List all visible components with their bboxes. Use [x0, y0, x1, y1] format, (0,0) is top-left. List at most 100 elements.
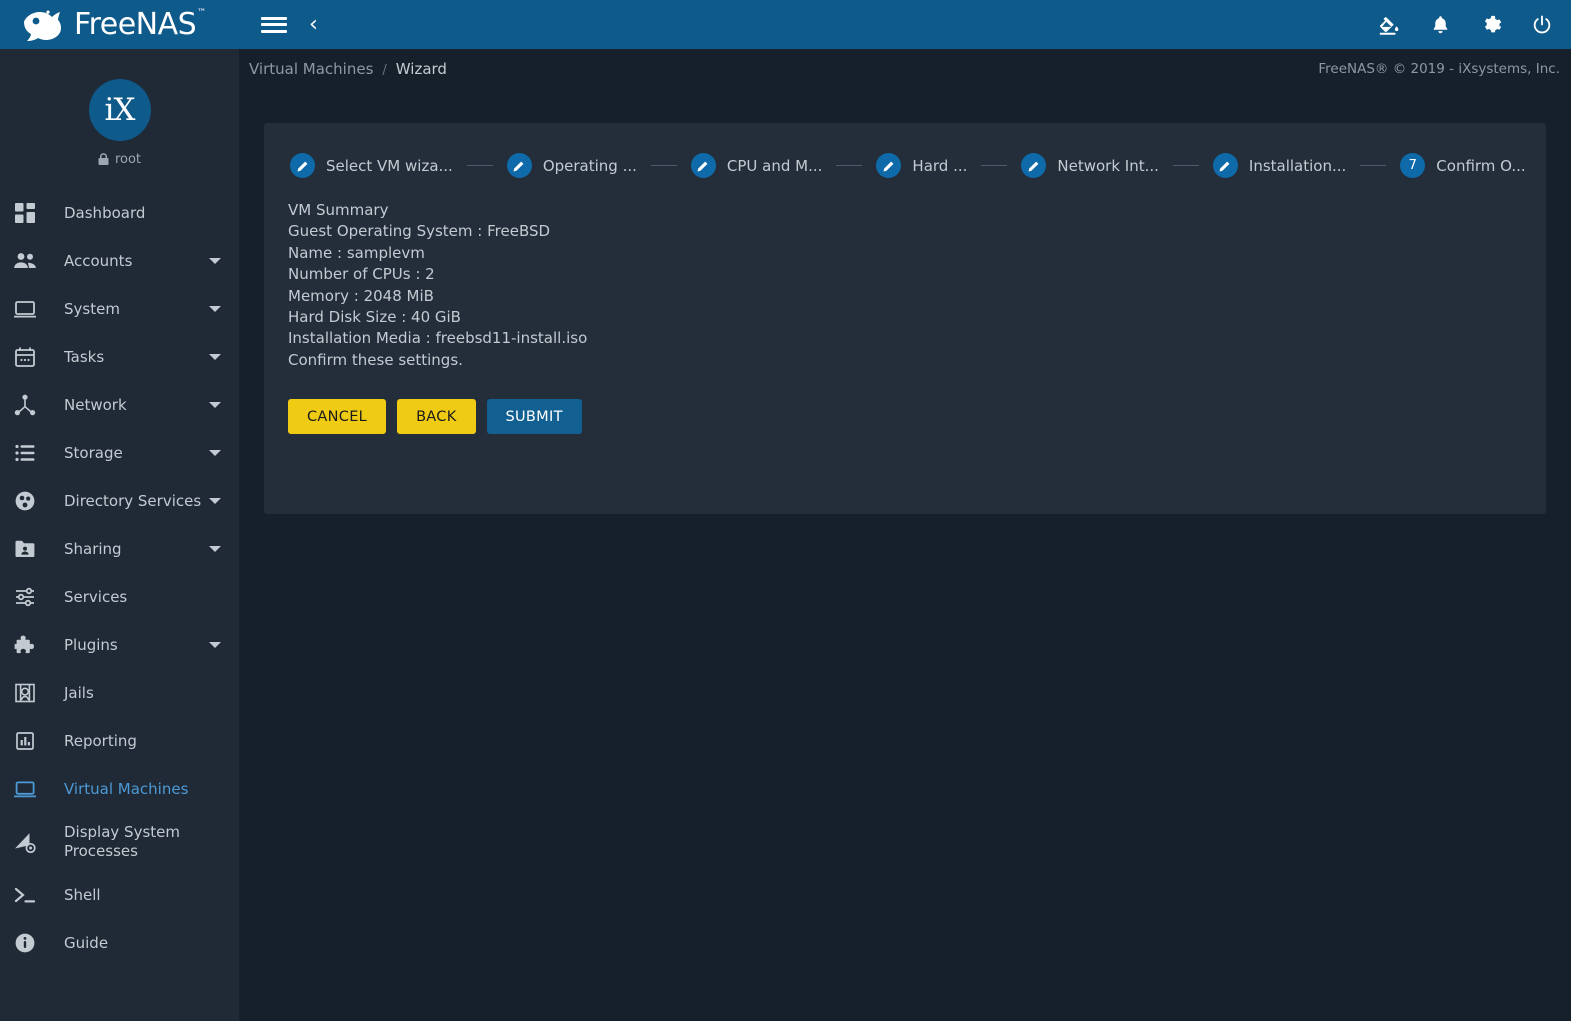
notifications-bell-icon[interactable] [1428, 13, 1452, 37]
edit-pencil-icon [506, 153, 532, 178]
sidebar-item-label: Plugins [64, 635, 118, 654]
storage-list-icon [10, 440, 40, 466]
sidebar-item-services[interactable]: Services [0, 573, 239, 621]
sidebar-item-label: Display System Processes [64, 823, 180, 860]
sidebar-item-dashboard[interactable]: Dashboard [0, 189, 239, 237]
wizard-step-label: Confirm O... [1436, 156, 1526, 175]
puzzle-piece-icon [10, 632, 40, 658]
network-nodes-icon [10, 392, 40, 418]
terminal-prompt-icon [10, 882, 40, 908]
vm-summary-confirm-note: Confirm these settings. [288, 350, 463, 369]
sidebar-item-jails[interactable]: Jails [0, 669, 239, 717]
edit-pencil-icon [290, 153, 315, 178]
breadcrumb: Virtual Machines / Wizard [249, 60, 447, 78]
avatar[interactable]: iX [88, 79, 151, 141]
people-icon [10, 248, 40, 274]
breadcrumb-separator: / [382, 63, 387, 78]
breadcrumb-item-virtual-machines[interactable]: Virtual Machines [249, 60, 373, 78]
settings-gear-icon[interactable] [1479, 13, 1503, 37]
sidebar-item-directory-services[interactable]: Directory Services [0, 477, 239, 525]
wizard-step-operating-system[interactable]: Operating ... [506, 153, 637, 178]
theme-paint-bucket-icon[interactable] [1377, 13, 1401, 37]
sidebar-item-label: Guide [64, 933, 109, 952]
vm-summary-title: VM Summary [288, 201, 389, 219]
wizard-step-network-interface[interactable]: Network Int... [1021, 153, 1159, 178]
sidebar-item-plugins[interactable]: Plugins [0, 621, 239, 669]
wizard-card: Select VM wiza... Operating ... CPU and … [264, 123, 1546, 514]
sidebar-item-guide[interactable]: Guide [0, 919, 239, 967]
sidebar-item-network[interactable]: Network [0, 381, 239, 429]
chevron-down-icon[interactable] [209, 450, 221, 456]
sidebar-item-system[interactable]: System [0, 285, 239, 333]
sidebar-item-shell[interactable]: Shell [0, 871, 239, 919]
sidebar-item-storage[interactable]: Storage [0, 429, 239, 477]
breadcrumb-bar: Virtual Machines / Wizard FreeNAS® © 201… [239, 49, 1571, 89]
stepper-connector [981, 165, 1008, 166]
wizard-step-label: Operating ... [542, 156, 637, 175]
info-circle-icon [10, 930, 40, 956]
chevron-down-icon[interactable] [209, 354, 221, 360]
sidebar-item-tasks[interactable]: Tasks [0, 333, 239, 381]
chevron-down-icon[interactable] [209, 546, 221, 552]
sidebar-item-label: Sharing [64, 539, 122, 558]
vm-summary-cpus: Number of CPUs : 2 [288, 265, 435, 284]
chevron-left-icon[interactable]: ‹ [309, 13, 318, 36]
sliders-icon [10, 584, 40, 610]
sidebar-item-label: Accounts [64, 251, 133, 270]
vm-summary-disk-size: Hard Disk Size : 40 GiB [288, 308, 461, 327]
vm-summary-name: Name : samplevm [288, 243, 425, 262]
wizard-step-label: Network Int... [1057, 156, 1159, 175]
wizard-step-confirm-options[interactable]: 7 Confirm O... [1400, 153, 1526, 178]
stepper-connector [466, 165, 493, 166]
sidebar-item-label: Jails [64, 683, 94, 702]
main-region: ‹ Virtual Machines / Wizard FreeNAS® © 2… [239, 0, 1571, 1021]
brand-header[interactable]: FreeNAS™ [0, 0, 239, 49]
chevron-down-icon[interactable] [209, 642, 221, 648]
wizard-step-cpu-and-memory[interactable]: CPU and M... [690, 153, 822, 178]
back-button[interactable]: BACK [397, 399, 476, 435]
submit-button[interactable]: SUBMIT [486, 399, 582, 435]
edit-pencil-icon [1212, 153, 1238, 178]
sidebar-item-label: Reporting [64, 731, 137, 750]
chevron-down-icon[interactable] [209, 306, 221, 312]
topbar-icon-group [1377, 13, 1554, 37]
wizard-step-hard-disk[interactable]: Hard ... [876, 153, 967, 178]
sidebar-item-reporting[interactable]: Reporting [0, 717, 239, 765]
freenas-app-window: FreeNAS™ iX root Dashboard Accounts Syst… [0, 0, 1571, 1021]
directory-services-icon [10, 488, 40, 514]
cancel-button[interactable]: CANCEL [288, 399, 387, 435]
user-profile: iX root [0, 49, 239, 167]
hamburger-menu-icon[interactable] [261, 15, 287, 35]
sidebar-item-display-system-processes[interactable]: Display System Processes [0, 813, 239, 871]
sidebar-item-accounts[interactable]: Accounts [0, 237, 239, 285]
sidebar-nav: Dashboard Accounts System Tasks Network … [0, 189, 239, 967]
content-area: Select VM wiza... Operating ... CPU and … [239, 89, 1571, 1021]
top-bar: ‹ [239, 0, 1571, 49]
sidebar: FreeNAS™ iX root Dashboard Accounts Syst… [0, 0, 239, 1021]
brand-name: FreeNAS™ [74, 6, 206, 42]
sidebar-item-label: System [64, 299, 120, 318]
vm-summary-installation-media: Installation Media : freebsd11-install.i… [288, 329, 588, 348]
chevron-down-icon[interactable] [209, 402, 221, 408]
sidebar-item-label: Dashboard [64, 203, 146, 222]
sidebar-item-label: Shell [64, 885, 101, 904]
stepper-connector [1360, 165, 1387, 166]
vm-summary-memory: Memory : 2048 MiB [288, 286, 434, 305]
sidebar-item-sharing[interactable]: Sharing [0, 525, 239, 573]
sidebar-item-virtual-machines[interactable]: Virtual Machines [0, 765, 239, 813]
power-icon[interactable] [1530, 13, 1554, 37]
wizard-step-label: Select VM wiza... [326, 156, 453, 175]
edit-pencil-icon [690, 153, 716, 178]
chevron-down-icon[interactable] [209, 258, 221, 264]
sidebar-item-label: Services [64, 587, 128, 606]
jail-bars-icon [10, 680, 40, 706]
wizard-step-label: Installation... [1248, 156, 1347, 175]
wizard-stepper: Select VM wiza... Operating ... CPU and … [286, 153, 1526, 178]
vm-summary-guest-os: Guest Operating System : FreeBSD [288, 222, 551, 241]
wizard-step-select-vm-wizard[interactable]: Select VM wiza... [290, 153, 453, 178]
stepper-connector [1172, 165, 1199, 166]
sidebar-item-label: Tasks [64, 347, 105, 366]
chevron-down-icon[interactable] [209, 498, 221, 504]
wizard-step-installation-media[interactable]: Installation... [1212, 153, 1347, 178]
sidebar-item-label: Directory Services [64, 491, 202, 510]
